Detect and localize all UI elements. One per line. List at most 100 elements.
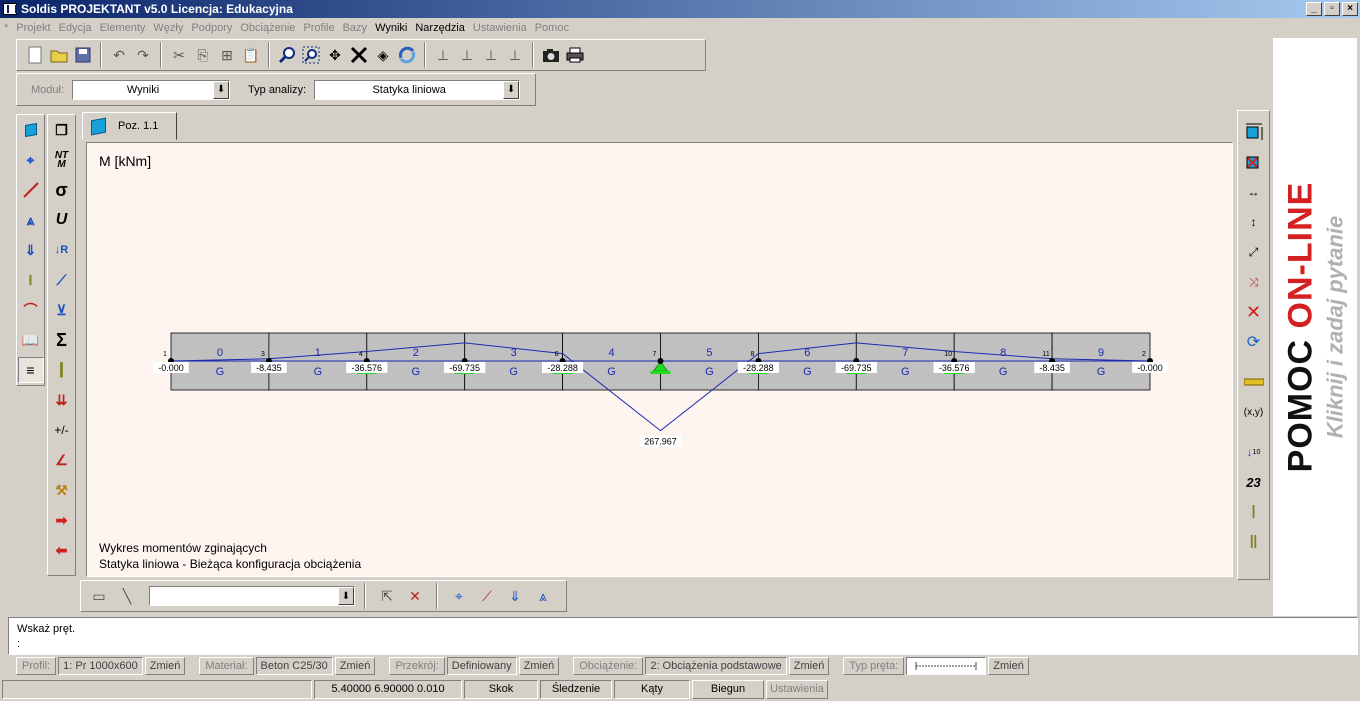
select-icon[interactable]: ⇱: [375, 584, 399, 608]
copy-window-icon[interactable]: ❐: [49, 117, 75, 143]
menu-item-3[interactable]: Elementy: [100, 22, 154, 34]
profile-icon[interactable]: Ⅰ: [18, 267, 44, 293]
undo-icon[interactable]: ↶: [107, 43, 131, 67]
save-icon[interactable]: [71, 43, 95, 67]
stress-icon[interactable]: σ: [49, 177, 75, 203]
tool-icon[interactable]: ⚒: [49, 477, 75, 503]
loads-combo-icon[interactable]: ⇊: [49, 387, 75, 413]
arrow-left-icon[interactable]: ⬅: [49, 537, 75, 563]
section-icon[interactable]: Ⅰ: [1241, 499, 1267, 525]
zoom-all-icon[interactable]: ◈: [371, 43, 395, 67]
sum-icon[interactable]: Σ: [49, 327, 75, 353]
zoom-window-icon[interactable]: [299, 43, 323, 67]
select-load-icon[interactable]: ⇓: [503, 584, 527, 608]
camera-icon[interactable]: [539, 43, 563, 67]
polar-toggle[interactable]: Biegun: [692, 679, 764, 699]
restore-button[interactable]: ▫: [1324, 2, 1340, 16]
numbering-icon[interactable]: 23: [1241, 469, 1267, 495]
chevron-down-icon[interactable]: ⬇: [213, 80, 230, 99]
zoom-icon[interactable]: [275, 43, 299, 67]
paste-special-icon[interactable]: ⊞: [215, 43, 239, 67]
print-icon[interactable]: [563, 43, 587, 67]
refresh-icon[interactable]: ⟳: [1241, 329, 1267, 355]
analysis-type-select[interactable]: Statyka liniowa ⬇: [314, 79, 521, 100]
displacement-icon[interactable]: U: [49, 207, 75, 233]
arc-icon[interactable]: ⌒: [18, 297, 44, 323]
tab-poz-1-1[interactable]: Poz. 1.1: [82, 112, 177, 140]
ruler-icon[interactable]: [1241, 369, 1267, 395]
select-node-icon[interactable]: ⌖: [447, 584, 471, 608]
selection-combo[interactable]: ⬇: [149, 586, 355, 606]
zoom-extents-icon[interactable]: [347, 43, 371, 67]
dim-box-icon[interactable]: [1241, 119, 1267, 145]
menu-item-1[interactable]: Projekt: [16, 22, 58, 34]
copy-icon[interactable]: ⎘: [191, 43, 215, 67]
element-icon[interactable]: [18, 177, 44, 203]
select-element-icon[interactable]: ⟋: [475, 584, 499, 608]
dim-horizontal-icon[interactable]: ↔: [1241, 179, 1267, 205]
menu-item-2[interactable]: Edycja: [59, 22, 100, 34]
menu-item-5[interactable]: Podpory: [191, 22, 240, 34]
material-change-button[interactable]: Zmień: [334, 657, 376, 675]
section-change-button[interactable]: Zmień: [518, 657, 560, 675]
new-file-icon[interactable]: [23, 43, 47, 67]
menu-item-12[interactable]: Pomoc: [535, 22, 577, 34]
delete-icon[interactable]: ✕: [1241, 299, 1267, 325]
view-icon[interactable]: ▭: [87, 584, 111, 608]
load-change-button[interactable]: Zmień: [788, 657, 830, 675]
dimension-icon-2[interactable]: ⊥: [455, 43, 479, 67]
dim-remove-icon[interactable]: ⤨: [1241, 269, 1267, 295]
ibeam-icon[interactable]: Ⅰ: [49, 357, 75, 383]
export-icon[interactable]: ⊻: [49, 297, 75, 323]
menu-item-9[interactable]: Wyniki: [375, 22, 415, 34]
node-icon[interactable]: ⌖: [18, 147, 44, 173]
menu-item-4[interactable]: Węzły: [153, 22, 191, 34]
support-icon[interactable]: ⩓: [18, 207, 44, 233]
load-value-icon[interactable]: ↓ 10: [1241, 439, 1267, 465]
pointer-tool-icon[interactable]: ╲: [115, 584, 139, 608]
load-icon[interactable]: ⇓: [18, 237, 44, 263]
pan-icon[interactable]: ✥: [323, 43, 347, 67]
dim-delete-icon[interactable]: [1241, 149, 1267, 175]
menu-item-11[interactable]: Ustawienia: [473, 22, 535, 34]
close-button[interactable]: ×: [1342, 2, 1358, 16]
angle-icon[interactable]: ∠: [49, 447, 75, 473]
command-line[interactable]: Wskaż pręt. :: [8, 617, 1358, 655]
dim-aligned-icon[interactable]: ⤢: [1241, 239, 1267, 265]
coordinates-icon[interactable]: (x,y): [1241, 399, 1267, 425]
dimension-icon-3[interactable]: ⊥: [479, 43, 503, 67]
rotate-view-icon[interactable]: [395, 43, 419, 67]
menu-item-7[interactable]: Profile: [303, 22, 342, 34]
snap-toggle[interactable]: Skok: [464, 679, 538, 699]
minimize-button[interactable]: _: [1306, 2, 1322, 16]
dim-vertical-icon[interactable]: ↕: [1241, 209, 1267, 235]
chevron-down-icon[interactable]: ⬇: [503, 80, 520, 99]
drawing-canvas[interactable]: M [kNm] 0 G 1 G 2 G 3 G 4 G 5 G 6 G 7 G 8 G 9 G 1 -0.000 3 -8.4…: [86, 142, 1233, 577]
dimension-icon-4[interactable]: ⊥: [503, 43, 527, 67]
design-icon[interactable]: ⟋: [49, 267, 75, 293]
nt-m-icon[interactable]: NT M: [49, 147, 75, 173]
layers-icon[interactable]: ≡: [17, 357, 44, 383]
menu-item-6[interactable]: Obciążenie: [240, 22, 303, 34]
deselect-icon[interactable]: ✕: [403, 584, 427, 608]
bar-type-change-button[interactable]: Zmień: [988, 657, 1029, 675]
profile-change-button[interactable]: Zmień: [144, 657, 186, 675]
plus-minus-icon[interactable]: +/-: [49, 417, 75, 443]
menu-item-0[interactable]: *: [4, 22, 16, 34]
online-help-banner[interactable]: POMOC ON-LINE Kliknij i zadaj pytanie: [1273, 38, 1357, 616]
open-folder-icon[interactable]: [47, 43, 71, 67]
chevron-down-icon[interactable]: ⬇: [338, 587, 354, 605]
menu-item-8[interactable]: Bazy: [343, 22, 375, 34]
cut-icon[interactable]: ✂: [167, 43, 191, 67]
module-select[interactable]: Wyniki ⬇: [72, 79, 231, 100]
book-icon[interactable]: 📖: [18, 327, 44, 353]
angles-toggle[interactable]: Kąty: [614, 679, 690, 699]
3d-view-icon[interactable]: [18, 117, 44, 143]
reactions-icon[interactable]: ↓ R: [49, 237, 75, 263]
redo-icon[interactable]: ↷: [131, 43, 155, 67]
paste-icon[interactable]: 📋: [239, 43, 263, 67]
menu-item-10[interactable]: Narzędzia: [415, 22, 473, 34]
arrow-right-icon[interactable]: ➡: [49, 507, 75, 533]
section-edit-icon[interactable]: Ⅱ: [1241, 529, 1267, 555]
settings-button[interactable]: Ustawienia: [766, 679, 828, 699]
